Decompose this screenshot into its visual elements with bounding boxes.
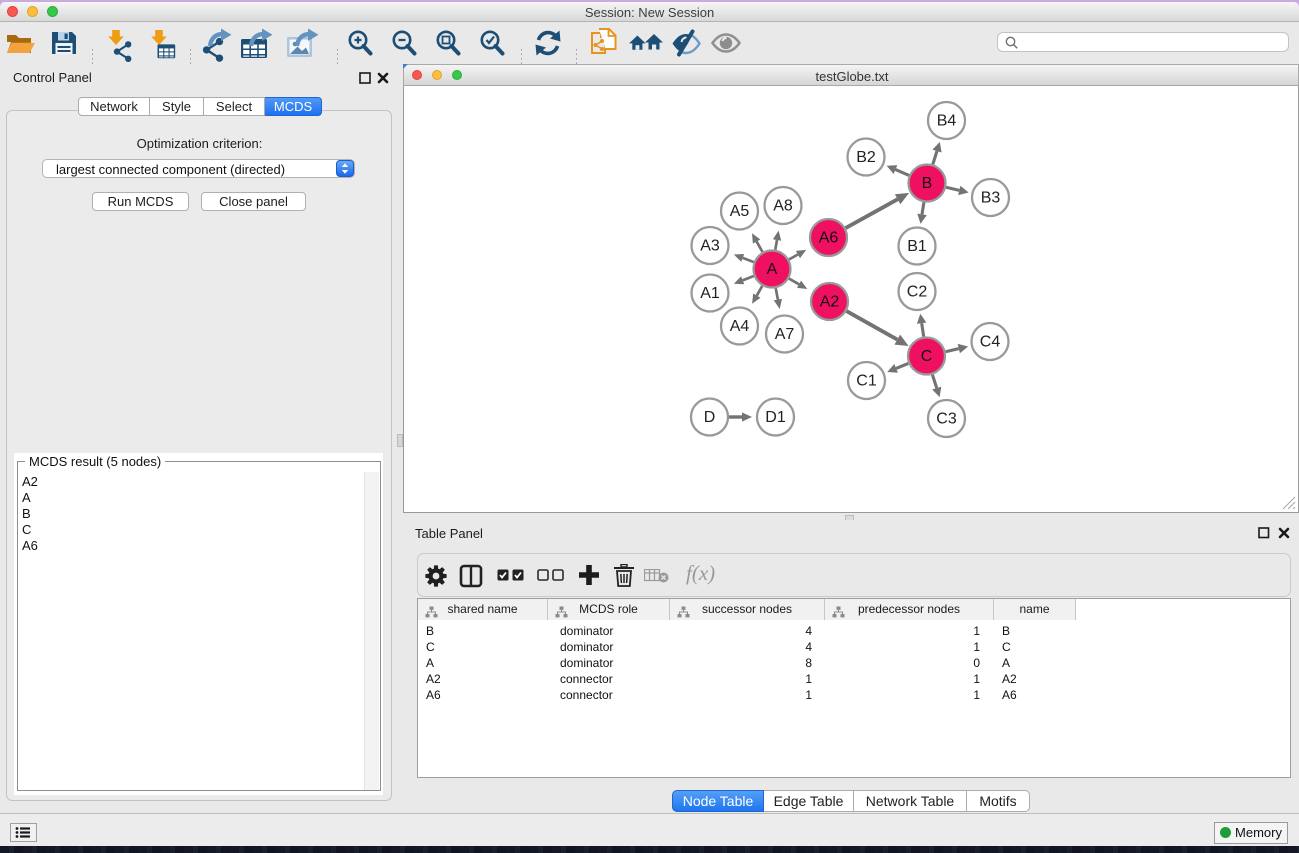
svg-text:A1: A1 xyxy=(700,285,720,302)
svg-text:B1: B1 xyxy=(907,238,927,255)
svg-text:C4: C4 xyxy=(980,334,1001,351)
svg-text:B4: B4 xyxy=(937,113,957,130)
svg-text:A7: A7 xyxy=(775,326,795,343)
svg-text:D: D xyxy=(704,409,716,426)
svg-text:C3: C3 xyxy=(936,411,957,428)
svg-text:B: B xyxy=(922,175,933,192)
svg-text:B2: B2 xyxy=(856,149,876,166)
svg-text:A: A xyxy=(767,261,778,278)
svg-text:A8: A8 xyxy=(773,198,793,215)
svg-text:A4: A4 xyxy=(730,318,750,335)
svg-text:B3: B3 xyxy=(981,190,1001,207)
svg-text:A3: A3 xyxy=(700,238,720,255)
svg-text:C1: C1 xyxy=(856,373,877,390)
svg-text:A2: A2 xyxy=(820,294,840,311)
svg-text:A6: A6 xyxy=(819,230,839,247)
svg-text:A5: A5 xyxy=(730,203,750,220)
svg-text:D1: D1 xyxy=(765,409,786,426)
svg-text:C: C xyxy=(921,348,933,365)
svg-text:C2: C2 xyxy=(907,284,928,301)
